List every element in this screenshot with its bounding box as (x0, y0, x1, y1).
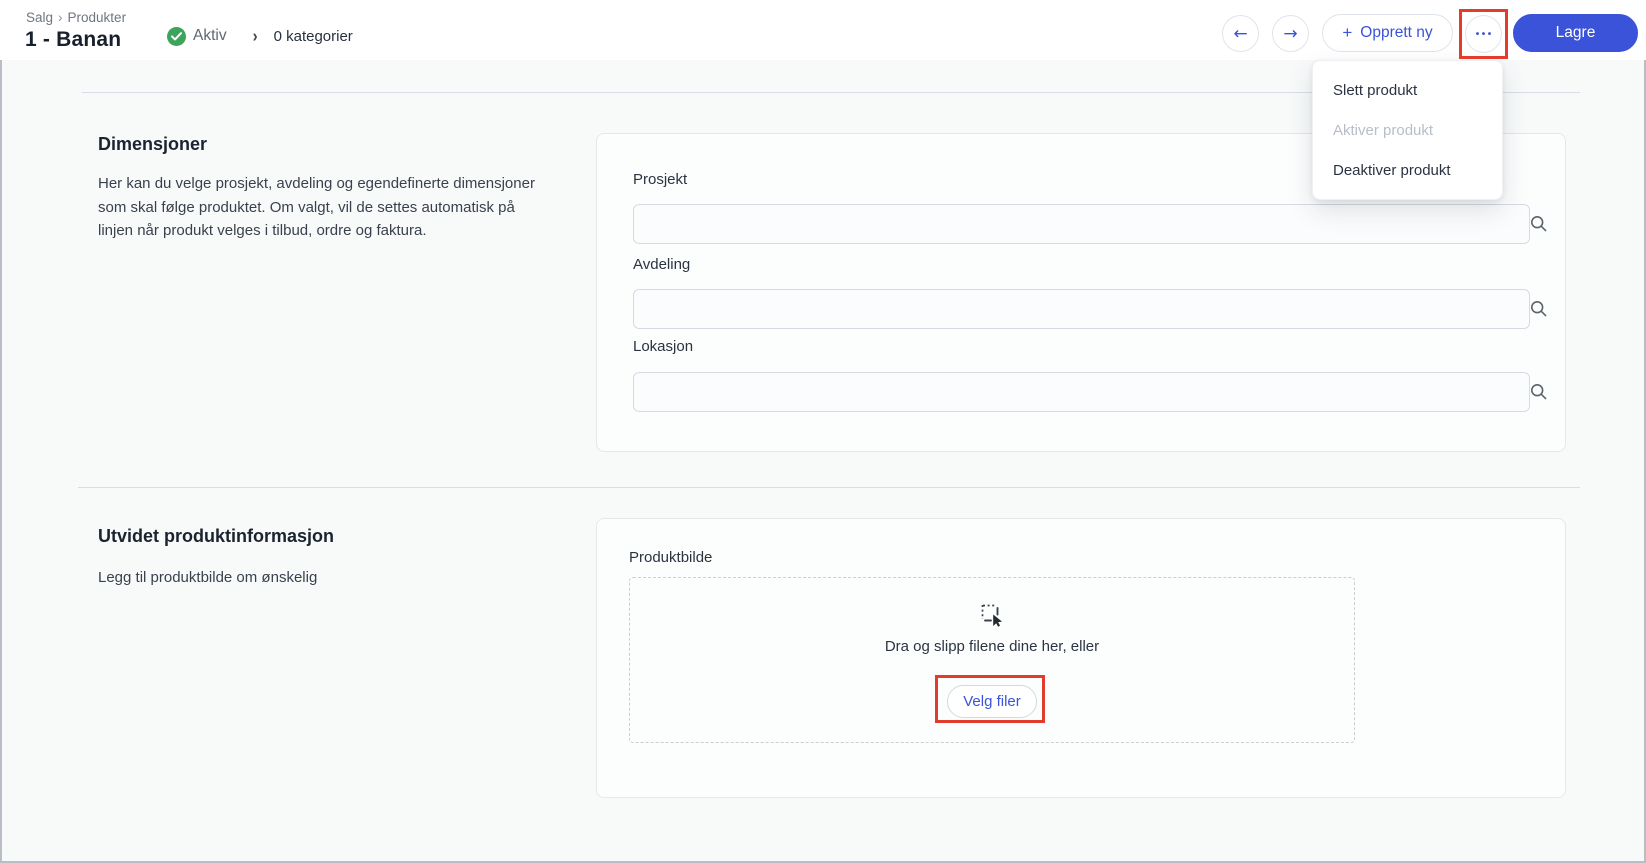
section-heading-dimensjoner: Dimensjoner (98, 134, 208, 154)
drag-select-cursor-icon (979, 602, 1005, 633)
next-product-button[interactable]: → (1272, 15, 1309, 52)
lokasjon-input[interactable] (633, 372, 1530, 412)
more-actions-button[interactable]: ••• (1465, 15, 1502, 53)
field-label-avdeling: Avdeling (633, 256, 691, 273)
section-description-utvidet: Legg til produktbilde om ønskelig (98, 569, 318, 586)
top-bar: Salg › Produkter 1 - Banan Aktiv › 0 kateg… (0, 0, 1646, 60)
avdeling-input[interactable] (633, 289, 1530, 329)
status-row: Aktiv › 0 kategorier (167, 24, 353, 48)
file-dropzone[interactable]: Dra og slipp filene dine her, eller Velg… (629, 577, 1355, 743)
dropzone-text: Dra og slipp filene dine her, eller (884, 638, 1100, 655)
section-heading-utvidet-produktinformasjon: Utvidet produktinformasjon (98, 526, 335, 546)
product-image-card: Produktbilde Dra og slipp filene dine he… (596, 518, 1566, 798)
productimage-label: Produktbilde (629, 549, 713, 566)
menu-item-slett-produkt[interactable]: Slett produkt (1313, 70, 1502, 110)
breadcrumb: Salg › Produkter (26, 10, 126, 25)
breadcrumb-produkter[interactable]: Produkter (68, 10, 127, 25)
choose-files-button[interactable]: Velg filer (947, 685, 1037, 718)
categories-link[interactable]: 0 kategorier (274, 28, 353, 45)
previous-product-button[interactable]: ← (1222, 15, 1259, 52)
more-actions-menu: Slett produkt Aktiver produkt Deaktiver … (1312, 60, 1503, 200)
menu-item-deaktiver-produkt[interactable]: Deaktiver produkt (1313, 150, 1502, 190)
search-icon (1529, 299, 1549, 319)
prosjekt-input[interactable] (633, 204, 1530, 244)
app-window: Salg › Produkter 1 - Banan Aktiv › 0 kateg… (0, 0, 1646, 863)
menu-item-aktiver-produkt: Aktiver produkt (1333, 121, 1434, 139)
save-label: Lagre (1555, 24, 1596, 41)
section-description-dimensjoner: Her kan du velge prosjekt, avdeling og e… (98, 175, 535, 239)
plus-icon: + (1342, 23, 1353, 42)
field-label-prosjekt: Prosjekt (633, 171, 688, 188)
chevron-right-icon: › (252, 26, 258, 46)
search-icon (1529, 214, 1549, 234)
arrow-left-icon: ← (1233, 23, 1248, 44)
check-circle-icon (167, 26, 186, 46)
breadcrumb-salg[interactable]: Salg (26, 10, 53, 25)
create-new-button[interactable]: + Opprett ny (1322, 14, 1453, 52)
search-icon (1529, 382, 1549, 402)
ellipsis-icon: ••• (1475, 28, 1494, 40)
page-title: 1 - Banan (25, 28, 122, 51)
field-label-lokasjon: Lokasjon (633, 338, 694, 355)
save-button[interactable]: Lagre (1513, 14, 1638, 52)
section-divider-middle (78, 487, 1580, 488)
status-badge: Aktiv (193, 27, 227, 44)
arrow-right-icon: → (1283, 23, 1298, 44)
create-new-label: Opprett ny (1360, 24, 1433, 41)
breadcrumb-separator: › (58, 10, 63, 25)
